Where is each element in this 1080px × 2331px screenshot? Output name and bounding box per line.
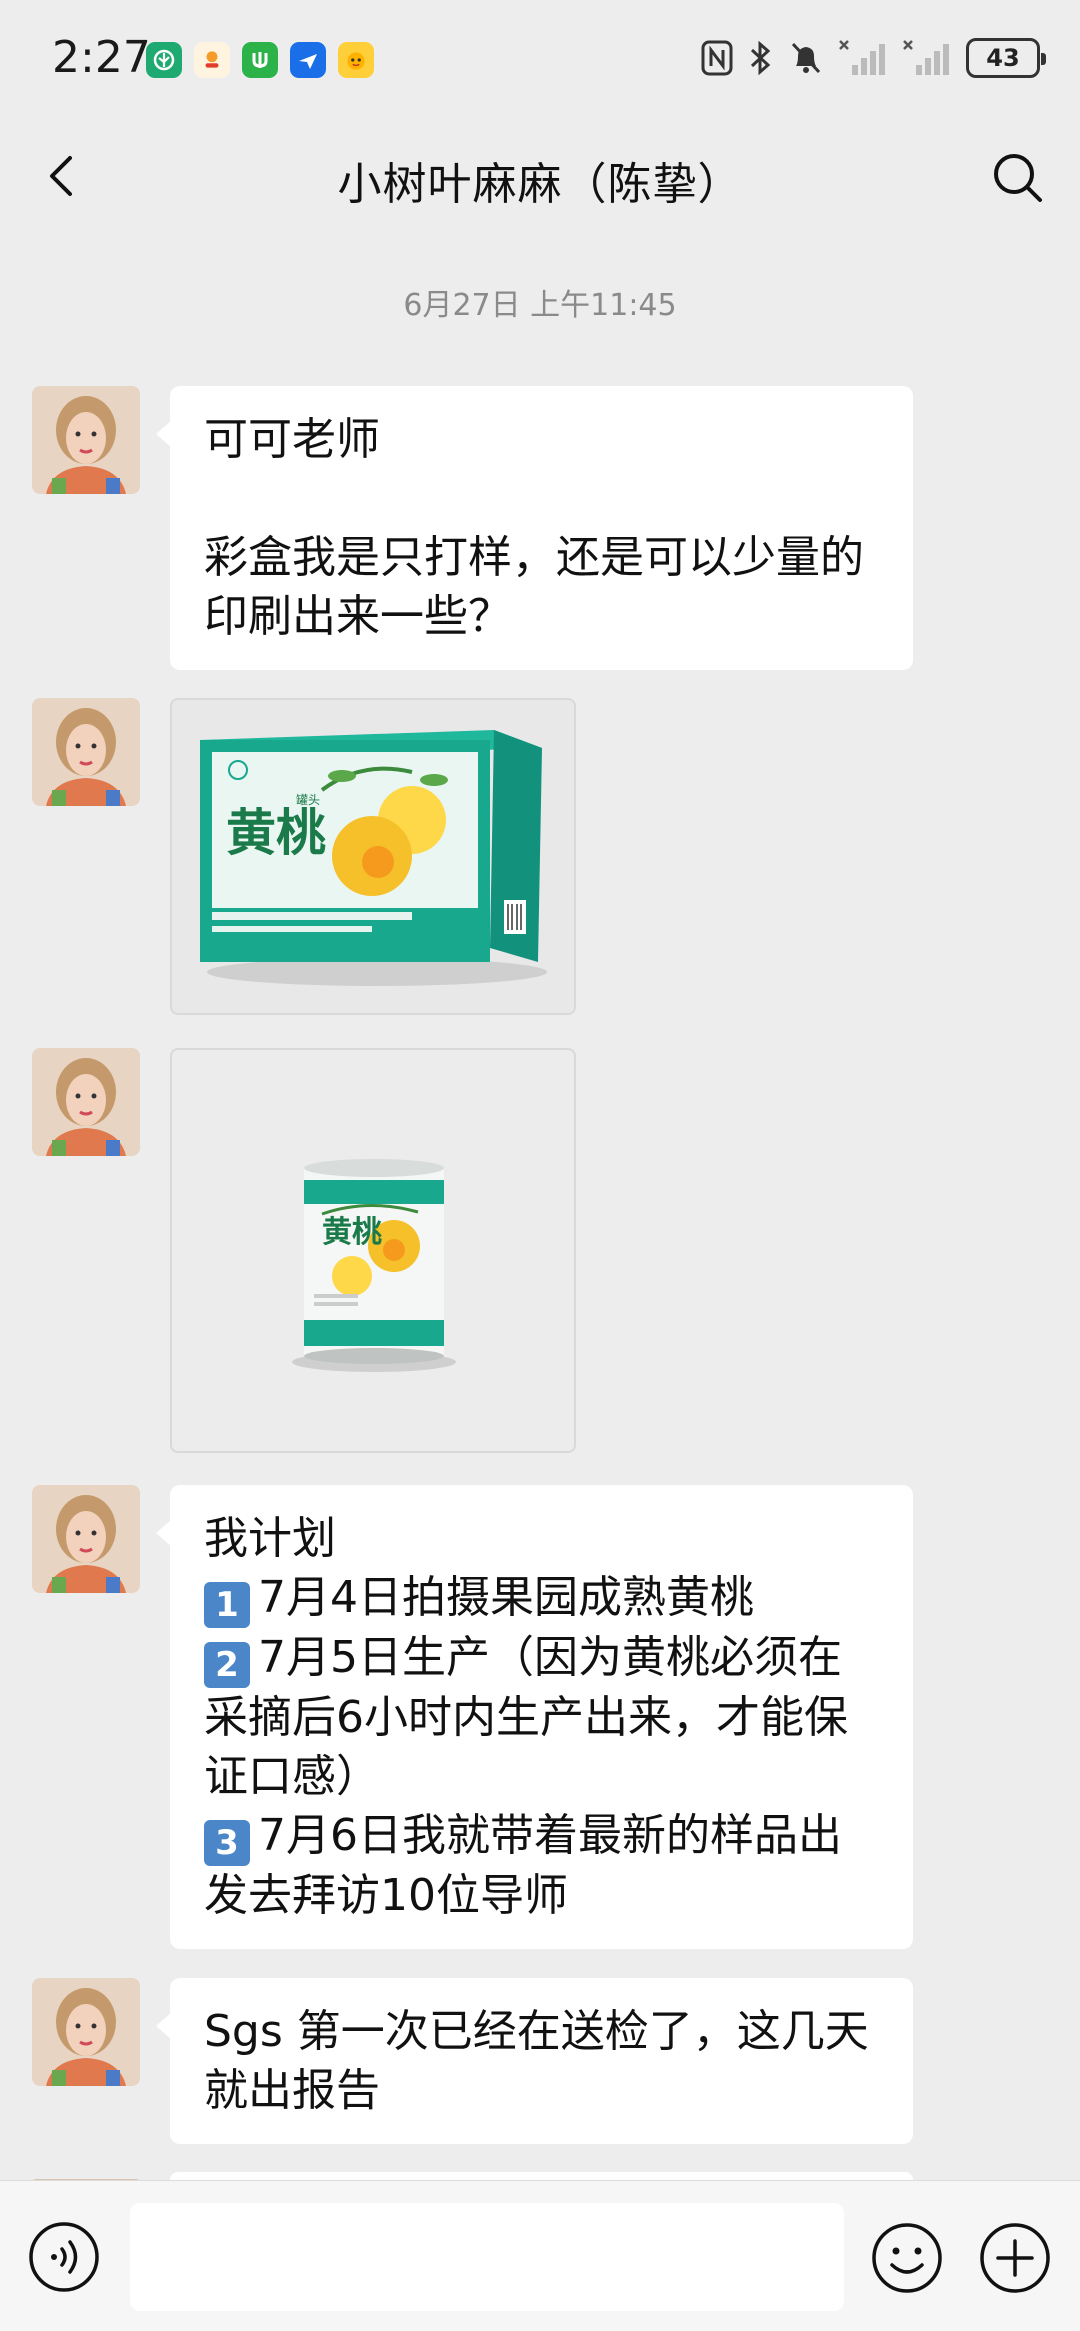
bluetooth-icon	[750, 40, 771, 76]
message-text: 采摘后6小时内生产出来，才能保	[204, 1692, 848, 1743]
plus-icon[interactable]	[978, 2221, 1052, 2295]
number-badge-icon: 3	[204, 1820, 250, 1866]
message-text: 就出报告	[204, 2065, 380, 2116]
message-bubble	[170, 2172, 913, 2180]
avatar[interactable]	[32, 1485, 140, 1593]
mute-icon	[791, 42, 821, 74]
status-system-icons: 43	[700, 38, 1046, 78]
message-text: 可可老师	[204, 414, 380, 465]
message-text: 我计划	[204, 1513, 336, 1564]
plan-item: 3 7月6日我就带着最新的样品出	[204, 1806, 879, 1866]
plan-item: 2 7月5日生产（因为黄桃必须在	[204, 1628, 879, 1688]
message-input[interactable]	[130, 2203, 844, 2311]
app-notification-icon	[146, 42, 182, 78]
app-notification-icon	[242, 42, 278, 78]
number-badge-icon: 2	[204, 1642, 250, 1688]
avatar[interactable]	[32, 698, 140, 806]
status-bar: 2:27 43	[0, 0, 1080, 120]
message-bubble[interactable]: 可可老师 彩盒我是只打样，还是可以少量的 印刷出来一些？	[156, 386, 913, 670]
input-bar	[0, 2180, 1080, 2331]
package-label: 黄桃	[322, 1215, 382, 1250]
chat-screen: 2:27 43 小树叶麻麻（陈挚） 6月27日 上午11:45 可可老师 彩盒我…	[0, 0, 1080, 2331]
voice-icon[interactable]	[28, 2221, 100, 2293]
message-text: 7月4日拍摄果园成熟黄桃	[258, 1572, 754, 1623]
message-bubble[interactable]: 我计划 1 7月4日拍摄果园成熟黄桃 2 7月5日生产（因为黄桃必须在 采摘后6小时…	[156, 1485, 913, 1949]
message-timestamp: 6月27日 上午11:45	[403, 288, 677, 323]
status-notification-icons	[146, 42, 374, 78]
message-text: 7月6日我就带着最新的样品出	[258, 1810, 842, 1861]
message-text: Sgs 第一次已经在送检了，这几天	[204, 2006, 869, 2057]
package-tag: 罐头	[296, 793, 320, 807]
signal-icon	[903, 40, 949, 75]
status-time: 2:27	[52, 32, 151, 83]
image-message-can[interactable]: 黄桃	[170, 1048, 576, 1453]
plan-item: 1 7月4日拍摄果园成熟黄桃	[204, 1568, 879, 1628]
message-text: 印刷出来一些？	[204, 591, 512, 642]
signal-icon	[839, 40, 885, 75]
chat-title: 小树叶麻麻（陈挚）	[337, 159, 743, 210]
emoji-icon[interactable]	[870, 2221, 944, 2295]
avatar[interactable]	[32, 1978, 140, 2086]
avatar	[32, 2172, 140, 2180]
battery-indicator: 43	[966, 38, 1046, 78]
avatar[interactable]	[32, 1048, 140, 1156]
number-badge-icon: 1	[204, 1582, 250, 1628]
message-text: 7月5日生产（因为黄桃必须在	[258, 1632, 842, 1683]
app-notification-icon	[338, 42, 374, 78]
chat-header: 小树叶麻麻（陈挚）	[0, 120, 1080, 232]
avatar[interactable]	[32, 386, 140, 494]
package-label: 黄桃	[226, 804, 326, 862]
message-text: 发去拜访10位导师	[204, 1870, 568, 1921]
nfc-icon	[701, 40, 733, 76]
app-notification-icon	[194, 42, 230, 78]
message-text: 证口感）	[204, 1751, 380, 1802]
message-spacer	[204, 469, 879, 528]
message-text: 彩盒我是只打样，还是可以少量的	[204, 532, 864, 583]
app-notification-icon	[290, 42, 326, 78]
message-bubble[interactable]: Sgs 第一次已经在送检了，这几天 就出报告	[156, 1978, 913, 2144]
image-message-gift-box[interactable]: 黄桃 罐头	[170, 698, 576, 1015]
search-icon[interactable]	[990, 150, 1044, 204]
